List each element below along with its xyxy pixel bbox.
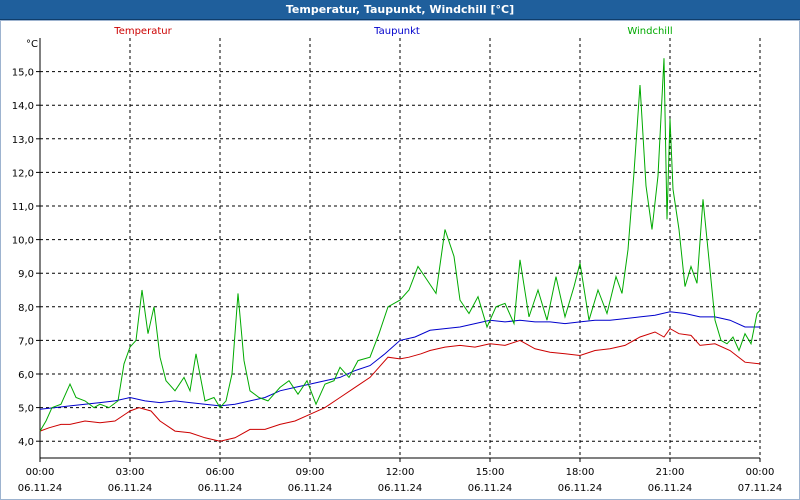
legend: Temperatur Taupunkt Windchill xyxy=(113,26,672,37)
y-tick-label: 15,0 xyxy=(12,68,34,79)
y-tick-label: 13,0 xyxy=(12,135,34,146)
x-tick-time-label: 00:00 xyxy=(26,467,55,478)
tick-labels: 4,0 5,0 6,0 7,0 8,0 9,0 10,0 11,0 12,0 13,0 14,0 15… xyxy=(12,68,783,494)
y-tick-label: 9,0 xyxy=(18,269,34,280)
x-tick-date-label: 06.11.24 xyxy=(288,483,333,494)
axes xyxy=(36,38,761,462)
x-tick-time-label: 06:00 xyxy=(206,467,235,478)
legend-label-windchill: Windchill xyxy=(627,26,672,37)
y-tick-label: 5,0 xyxy=(18,404,34,415)
y-tick-label: 6,0 xyxy=(18,370,34,381)
y-tick-label: 4,0 xyxy=(18,437,34,448)
x-tick-date-label: 06.11.24 xyxy=(378,483,423,494)
y-tick-label: 12,0 xyxy=(12,168,34,179)
legend-label-taupunkt: Taupunkt xyxy=(373,26,420,37)
line-chart: 4,0 5,0 6,0 7,0 8,0 9,0 10,0 11,0 12,0 13,0 14,0 15… xyxy=(12,26,783,494)
legend-label-temperatur: Temperatur xyxy=(113,26,172,37)
x-tick-date-label: 06.11.24 xyxy=(198,483,243,494)
x-tick-time-label: 18:00 xyxy=(566,467,595,478)
x-tick-time-label: 12:00 xyxy=(386,467,415,478)
x-tick-date-label: 07.11.24 xyxy=(738,483,783,494)
x-tick-date-label: 06.11.24 xyxy=(558,483,603,494)
x-tick-time-label: 00:00 xyxy=(746,467,775,478)
x-tick-time-label: 09:00 xyxy=(296,467,325,478)
x-tick-date-label: 06.11.24 xyxy=(648,483,693,494)
y-tick-label: 11,0 xyxy=(12,202,34,213)
y-tick-label: 10,0 xyxy=(12,236,34,247)
y-tick-label: 7,0 xyxy=(18,336,34,347)
y-axis-unit: °C xyxy=(26,39,38,50)
x-tick-date-label: 06.11.24 xyxy=(108,483,153,494)
y-tick-label: 8,0 xyxy=(18,303,34,314)
x-tick-date-label: 06.11.24 xyxy=(18,483,63,494)
grid xyxy=(40,38,761,458)
x-tick-date-label: 06.11.24 xyxy=(468,483,513,494)
x-tick-time-label: 15:00 xyxy=(476,467,505,478)
y-tick-label: 14,0 xyxy=(12,101,34,112)
x-tick-time-label: 03:00 xyxy=(116,467,145,478)
x-tick-time-label: 21:00 xyxy=(656,467,685,478)
